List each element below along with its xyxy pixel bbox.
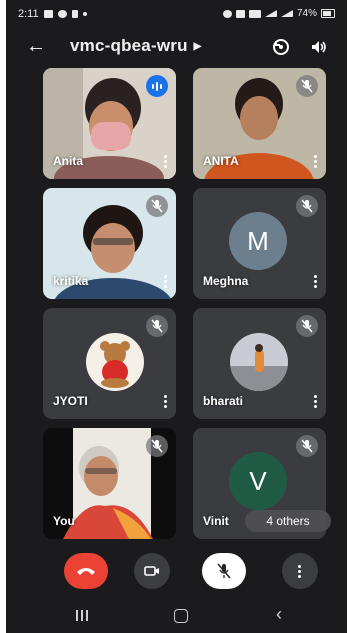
others-badge[interactable]: 4 others <box>245 510 331 532</box>
mic-off-icon <box>146 195 168 217</box>
meet-call-screen: 2:11 74% ← vmc-qbea-wru ▶ Anita ANITA kr… <box>6 0 347 633</box>
speaker-icon[interactable] <box>311 39 327 55</box>
battery-icon <box>321 9 335 18</box>
participant-tile-bharati[interactable]: bharati <box>193 308 326 419</box>
participant-tile-you[interactable]: You <box>43 428 176 539</box>
more-vert-icon <box>298 564 302 578</box>
participant-tile-anita-2[interactable]: ANITA <box>193 68 326 179</box>
mic-off-icon <box>217 563 231 579</box>
meeting-code: vmc-qbea-wru <box>70 36 188 55</box>
mic-off-icon <box>296 435 318 457</box>
participant-tile-jyoti[interactable]: JYOTI <box>43 308 176 419</box>
participant-name: bharati <box>203 394 244 408</box>
avatar: M <box>229 212 287 270</box>
status-bar: 2:11 74% <box>6 0 347 30</box>
download-notification-icon <box>71 10 78 18</box>
mic-off-icon <box>296 315 318 337</box>
more-vert-icon[interactable] <box>164 155 168 169</box>
participant-name: JYOTI <box>53 394 88 408</box>
mic-off-icon <box>146 435 168 457</box>
participant-tile-kritika[interactable]: kritika <box>43 188 176 299</box>
avatar-initial: V <box>249 465 267 496</box>
camera-toggle-button[interactable] <box>134 553 170 589</box>
end-call-button[interactable] <box>64 553 108 589</box>
vibrate-icon <box>235 9 245 18</box>
status-time: 2:11 <box>18 8 39 20</box>
signal-2-icon <box>280 10 293 17</box>
participant-name: Anita <box>53 154 83 168</box>
back-arrow-icon[interactable]: ← <box>26 34 46 58</box>
avatar-initial: M <box>247 225 269 256</box>
alarm-icon <box>222 9 232 18</box>
avatar: V <box>229 452 287 510</box>
participant-name: ANITA <box>203 154 239 168</box>
participant-tile-meghna[interactable]: M Meghna <box>193 188 326 299</box>
system-nav-bar: ‹ <box>6 600 347 633</box>
more-vert-icon[interactable] <box>164 395 168 409</box>
mic-off-icon <box>146 315 168 337</box>
battery-percent: 74% <box>296 8 317 19</box>
participant-name: Vinit <box>203 514 229 528</box>
speaking-indicator-icon <box>146 75 168 97</box>
mic-off-icon <box>296 195 318 217</box>
gallery-notification-icon <box>43 10 53 18</box>
mic-toggle-button[interactable] <box>202 553 246 589</box>
meeting-title[interactable]: vmc-qbea-wru ▶ <box>70 36 202 56</box>
call-end-icon <box>77 568 95 575</box>
back-chevron-icon[interactable]: ‹ <box>276 604 282 625</box>
more-vert-icon[interactable] <box>314 275 318 289</box>
videocam-icon <box>144 566 159 576</box>
participant-name: kritika <box>53 274 89 288</box>
mic-off-icon <box>296 75 318 97</box>
app-bar: ← vmc-qbea-wru ▶ <box>6 30 347 66</box>
app-notification-icon <box>57 10 67 18</box>
switch-camera-icon[interactable] <box>272 38 290 56</box>
more-vert-icon[interactable] <box>314 395 318 409</box>
more-options-button[interactable] <box>282 553 318 589</box>
participant-name: You <box>53 514 75 528</box>
more-vert-icon[interactable] <box>314 155 318 169</box>
more-notifications-icon <box>82 12 87 16</box>
home-icon[interactable] <box>174 609 188 623</box>
recents-icon[interactable] <box>76 610 88 621</box>
participant-name: Meghna <box>203 274 249 288</box>
signal-icon <box>264 10 277 17</box>
hotspot-icon <box>248 9 261 18</box>
chevron-right-icon: ▶ <box>193 41 202 52</box>
more-vert-icon[interactable] <box>164 275 168 289</box>
participant-tile-anita[interactable]: Anita <box>43 68 176 179</box>
